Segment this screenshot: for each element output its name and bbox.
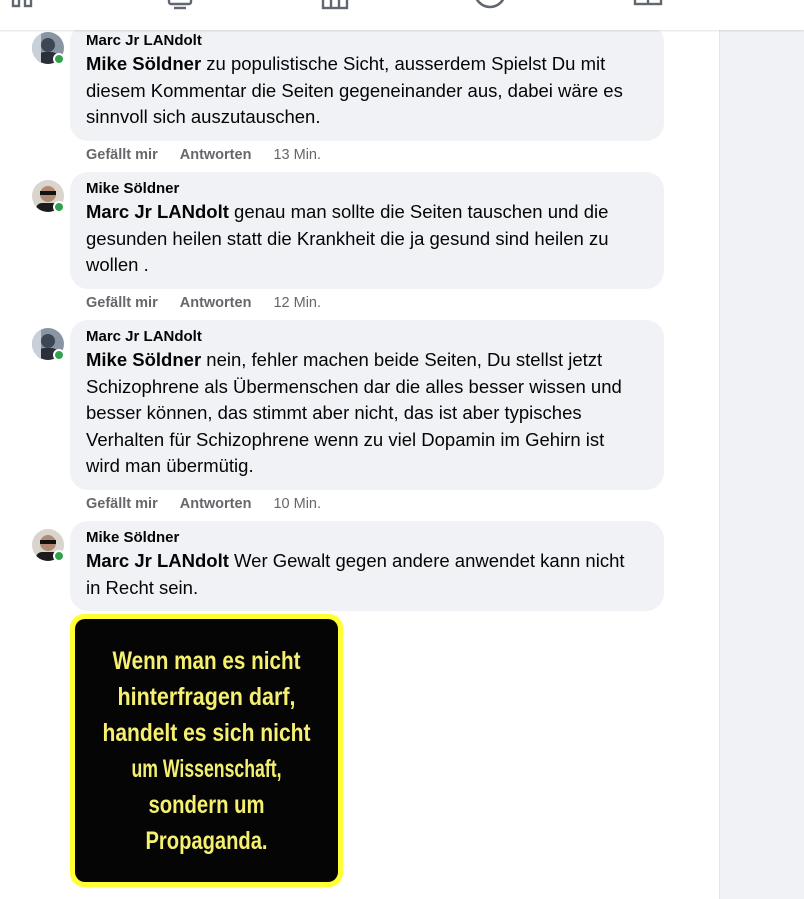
avatar[interactable]	[32, 328, 65, 361]
comment-bubble: Marc Jr LANdolt Mike Söldner nein, fehle…	[70, 320, 664, 490]
comment-bubble: Mike Söldner Marc Jr LANdolt genau man s…	[70, 172, 664, 289]
comment-line: sinnvoll sich auszutauschen.	[86, 106, 321, 127]
online-status-dot	[53, 349, 65, 361]
comment-line: diesem Kommentar die Seiten gegeneinande…	[86, 79, 623, 101]
watch-tv-icon[interactable]	[166, 0, 194, 12]
avatar[interactable]	[32, 529, 65, 562]
mention-tag[interactable]: Mike Söldner	[86, 349, 201, 370]
menu-grid-icon[interactable]	[10, 0, 36, 12]
mention-tag[interactable]: Mike Söldner	[86, 53, 201, 74]
poster-line: hinterfragen darf,	[118, 683, 296, 711]
comment-author[interactable]: Marc Jr LANdolt	[86, 32, 652, 49]
comment-actions: Gefällt mir Antworten 10 Min.	[86, 496, 339, 512]
comment-text: Mike Söldner zu populistische Sicht, aus…	[86, 51, 652, 131]
comment-text: Mike Söldner nein, fehler machen beide S…	[86, 347, 652, 480]
comment-bubble: Mike Söldner Marc Jr LANdolt Wer Gewalt …	[70, 521, 664, 611]
comment-line: Schizophrene als Übermenschen dar die al…	[86, 375, 622, 397]
image-poster-background: Wenn man es nicht hinterfragen darf, han…	[75, 619, 338, 882]
reply-button[interactable]: Antworten	[180, 147, 252, 163]
groups-icon[interactable]	[470, 0, 510, 16]
avatar[interactable]	[32, 32, 65, 65]
comment-line: wollen .	[86, 254, 149, 275]
comment-text: Marc Jr LANdolt Wer Gewalt gegen andere …	[86, 548, 652, 601]
online-status-dot	[53, 201, 65, 213]
right-sidebar-panel	[719, 30, 804, 899]
comment-bubble: Marc Jr LANdolt Mike Söldner zu populist…	[70, 24, 664, 141]
comment-line: wird man übermütig.	[86, 455, 254, 476]
gaming-icon[interactable]	[632, 0, 664, 12]
comment-line: nein, fehler machen beide Seiten, Du ste…	[206, 349, 603, 370]
poster-line: um Wissenschaft,	[132, 755, 282, 783]
comment-timestamp[interactable]: 13 Min.	[273, 147, 321, 163]
online-status-dot	[53, 53, 65, 65]
comment-actions: Gefällt mir Antworten 12 Min.	[86, 295, 339, 311]
poster-text-graphic: Wenn man es nicht hinterfragen darf, han…	[103, 647, 312, 855]
top-navigation-bar	[0, 0, 804, 30]
comment-author[interactable]: Mike Söldner	[86, 180, 652, 197]
mention-tag[interactable]: Marc Jr LANdolt	[86, 201, 229, 222]
comment-line: in Recht sein.	[86, 576, 199, 598]
like-button[interactable]: Gefällt mir	[86, 147, 158, 163]
comment-line: zu populistische Sicht, ausserdem Spiels…	[206, 53, 606, 74]
poster-line: handelt es sich nicht	[103, 719, 312, 747]
marketplace-icon[interactable]	[320, 0, 350, 12]
comment-timestamp[interactable]: 10 Min.	[273, 496, 321, 512]
avatar[interactable]	[32, 180, 65, 213]
comment-line: genau man sollte die Seiten tauschen und…	[234, 201, 609, 222]
comment-timestamp[interactable]: 12 Min.	[273, 295, 321, 311]
comment-author[interactable]: Marc Jr LANdolt	[86, 328, 652, 345]
poster-line: Propaganda.	[146, 827, 268, 855]
mention-tag[interactable]: Marc Jr LANdolt	[86, 550, 229, 571]
online-status-dot	[53, 550, 65, 562]
comment-line: gesunden heilen statt die Krankheit die …	[86, 227, 609, 249]
comment-author[interactable]: Mike Söldner	[86, 529, 652, 546]
comment-line: Wer Gewalt gegen andere anwendet kann ni…	[234, 550, 625, 571]
reply-button[interactable]: Antworten	[180, 496, 252, 512]
comment-line: Verhalten für Schizophrene wenn zu viel …	[86, 428, 605, 450]
comment-attached-image[interactable]: Wenn man es nicht hinterfragen darf, han…	[70, 614, 343, 887]
poster-line: sondern um	[149, 791, 265, 819]
comment-actions: Gefällt mir Antworten 13 Min.	[86, 147, 339, 163]
comment-text: Marc Jr LANdolt genau man sollte die Sei…	[86, 199, 652, 279]
poster-line: Wenn man es nicht	[113, 647, 302, 675]
like-button[interactable]: Gefällt mir	[86, 496, 158, 512]
like-button[interactable]: Gefällt mir	[86, 295, 158, 311]
comment-line: besser können, das stimmt aber nicht, da…	[86, 402, 582, 423]
reply-button[interactable]: Antworten	[180, 295, 252, 311]
